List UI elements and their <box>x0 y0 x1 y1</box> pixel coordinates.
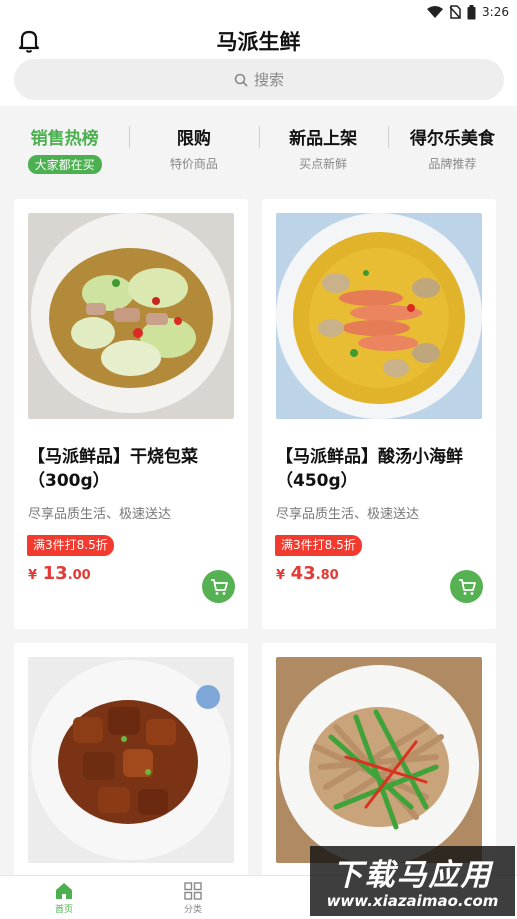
add-to-cart-button[interactable] <box>450 570 483 603</box>
watermark-sub: www.xiazaimao.com <box>326 892 499 910</box>
status-bar: 3:26 <box>427 2 509 22</box>
search-placeholder: 搜索 <box>253 71 284 89</box>
product-price: ¥ 13.00 <box>28 563 91 584</box>
price-decimal: .00 <box>67 568 91 583</box>
watermark-main: 下载马应用 <box>332 858 493 893</box>
search-icon <box>234 73 248 87</box>
shredded-tofu-peppers-photo <box>276 657 482 863</box>
tab-new-arrivals[interactable]: 新品上架 买点新鲜 <box>258 106 388 186</box>
tab-title: 限购 <box>176 129 211 149</box>
battery-icon <box>467 4 476 19</box>
cart-icon <box>458 578 476 595</box>
product-name: 【马派鲜品】酸汤小海鲜（450g） <box>276 447 463 491</box>
price-decimal: .80 <box>315 568 339 583</box>
price-currency: ¥ <box>276 568 286 583</box>
product-card[interactable] <box>14 643 248 883</box>
search-bar[interactable]: 搜索 <box>14 59 504 100</box>
product-name: 【马派鲜品】干烧包菜（300g） <box>28 447 198 491</box>
tab-subtitle: 买点新鲜 <box>299 157 348 171</box>
app-screen: 3:26 马派生鲜 搜索 销售热榜 大家都在买 限购 特价商品 新品上架 买点新… <box>0 0 517 919</box>
product-card[interactable]: 【马派鲜品】酸汤小海鲜（450g） 尽享品质生活、极速送达 满3件打8.5折 ¥… <box>262 199 496 629</box>
product-desc: 尽享品质生活、极速送达 <box>276 507 420 522</box>
app-title: 马派生鲜 <box>216 30 301 54</box>
tab-subtitle: 品牌推荐 <box>428 157 477 171</box>
braised-pork-photo <box>28 657 234 863</box>
watermark: 下载马应用 www.xiazaimao.com <box>310 846 515 916</box>
product-price: ¥ 43.80 <box>276 563 339 584</box>
stir-fried-cabbage-photo <box>28 213 234 419</box>
nav-category[interactable]: 分类 <box>163 882 223 915</box>
status-time: 3:26 <box>482 5 509 19</box>
grid-icon <box>184 882 202 900</box>
nav-label: 分类 <box>183 905 202 915</box>
price-integer: 43 <box>290 563 316 584</box>
tab-limited-purchase[interactable]: 限购 特价商品 <box>129 106 258 186</box>
top-bar: 3:26 马派生鲜 搜索 <box>0 0 517 106</box>
product-image[interactable] <box>276 213 482 419</box>
no-sim-icon <box>449 5 461 19</box>
cart-icon <box>210 578 228 595</box>
product-image[interactable] <box>28 657 234 863</box>
tab-title: 销售热榜 <box>30 129 99 149</box>
product-desc: 尽享品质生活、极速送达 <box>28 507 172 522</box>
add-to-cart-button[interactable] <box>202 570 235 603</box>
promo-badge: 满3件打8.5折 <box>27 535 114 556</box>
tab-subtitle: 特价商品 <box>169 157 218 171</box>
price-currency: ¥ <box>28 568 38 583</box>
sour-soup-seafood-photo <box>276 213 482 419</box>
product-card[interactable]: 【马派鲜品】干烧包菜（300g） 尽享品质生活、极速送达 满3件打8.5折 ¥ … <box>14 199 248 629</box>
tab-brand-food[interactable]: 得尔乐美食 品牌推荐 <box>387 106 517 186</box>
tab-title: 得尔乐美食 <box>409 129 495 149</box>
price-integer: 13 <box>42 563 68 584</box>
product-image[interactable] <box>28 213 234 419</box>
promo-badge: 满3件打8.5折 <box>275 535 362 556</box>
nav-label: 首页 <box>54 905 73 915</box>
home-icon <box>56 883 72 899</box>
wifi-icon <box>427 6 444 18</box>
tab-title: 新品上架 <box>289 129 358 149</box>
product-image[interactable] <box>276 657 482 863</box>
tab-subtitle: 大家都在买 <box>27 155 102 174</box>
category-tabs: 销售热榜 大家都在买 限购 特价商品 新品上架 买点新鲜 得尔乐美食 品牌推荐 <box>0 106 517 186</box>
tab-sales-ranking[interactable]: 销售热榜 大家都在买 <box>0 106 129 186</box>
nav-home[interactable]: 首页 <box>34 882 94 915</box>
